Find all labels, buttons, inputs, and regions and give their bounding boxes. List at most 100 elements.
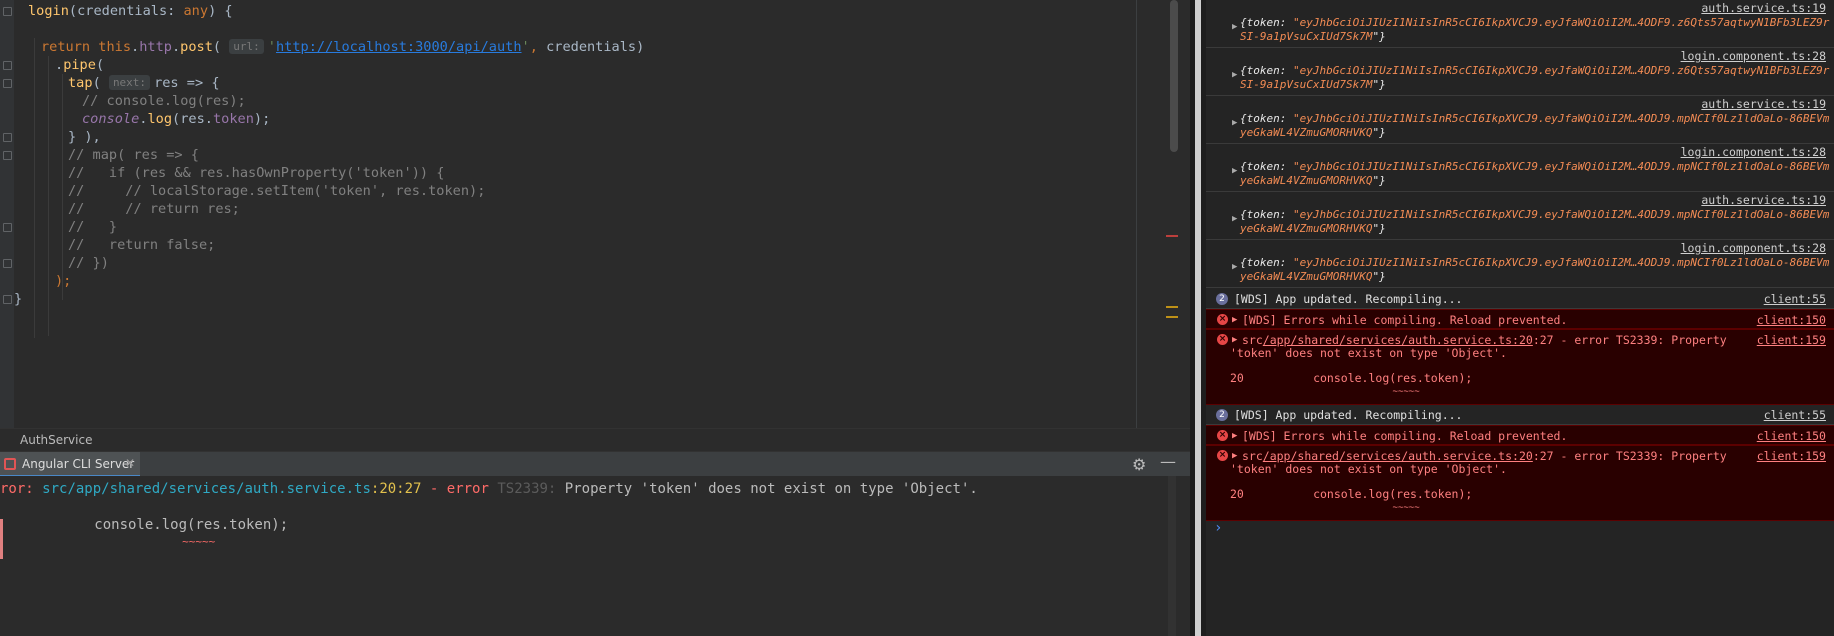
console-log-entry[interactable]: login.component.ts:28 ▶ {token: "eyJhbGciO…: [1206, 144, 1834, 192]
code-editor[interactable]: login(credentials: any) {return this.htt…: [0, 0, 1190, 428]
console-log-entry[interactable]: auth.service.ts:19 ▶ {token: "eyJhbGciOiJI…: [1206, 0, 1834, 48]
console-prompt-icon[interactable]: ›: [1214, 520, 1222, 536]
error-code-line: 20 console.log(res.token);: [1230, 371, 1473, 385]
error-icon: ×: [1217, 450, 1228, 461]
source-link[interactable]: auth.service.ts:19: [1701, 97, 1826, 111]
error-message[interactable]: × ▶ src/app/shared/services/auth.service.t…: [1206, 329, 1834, 405]
fold-marker-icon[interactable]: [3, 295, 12, 304]
error-text: [WDS] Errors while compiling. Reload pre…: [1242, 429, 1568, 443]
object-preview-continued: yeGkaWL4VZmuGMORHVKQ"}: [1240, 174, 1386, 187]
expand-triangle-icon[interactable]: ▶: [1232, 70, 1237, 80]
expand-triangle-icon[interactable]: ▶: [1232, 431, 1237, 441]
window-splitter[interactable]: [1190, 0, 1206, 636]
code-token: res => {: [154, 75, 220, 91]
error-file-link[interactable]: /app/shared/services/auth.service.ts:20: [1263, 333, 1533, 347]
console-log-entry[interactable]: auth.service.ts:19 ▶ {token: "eyJhbGciOiJI…: [1206, 192, 1834, 240]
error-message[interactable]: × ▶ src/app/shared/services/auth.service.t…: [1206, 445, 1834, 521]
fold-marker-icon[interactable]: [3, 133, 12, 142]
code-token: credentials): [546, 39, 645, 55]
object-preview-continued: yeGkaWL4VZmuGMORHVKQ"}: [1240, 126, 1386, 139]
expand-triangle-icon[interactable]: ▶: [1232, 166, 1237, 176]
console-log-entry[interactable]: login.component.ts:28 ▶ {token: "eyJhbGciO…: [1206, 48, 1834, 96]
code-token: pipe: [63, 57, 96, 73]
source-link[interactable]: auth.service.ts:19: [1701, 1, 1826, 15]
expand-triangle-icon[interactable]: ▶: [1232, 214, 1237, 224]
source-link[interactable]: login.component.ts:28: [1681, 241, 1826, 255]
indent-guide: [34, 38, 35, 338]
code-token: post: [180, 39, 213, 55]
error-file-link[interactable]: src/app/shared/services/auth.service.ts: [42, 481, 371, 497]
code-token: } ),: [68, 129, 101, 145]
error-file-link[interactable]: /app/shared/services/auth.service.ts:20: [1263, 449, 1533, 463]
fold-marker-icon[interactable]: [3, 7, 12, 16]
error-tilde-line: ~~~~~: [1230, 503, 1420, 513]
source-link[interactable]: client:159: [1757, 333, 1826, 347]
wds-info-message[interactable]: 2 [WDS] App updated. Recompiling... client…: [1206, 405, 1834, 425]
object-preview: {token: "eyJhbGciOiJIUzI1NiIsInR5cCI6Ikp…: [1240, 112, 1830, 125]
fold-marker-icon[interactable]: [3, 259, 12, 268]
parameter-hint: next:: [108, 75, 151, 90]
source-link[interactable]: login.component.ts:28: [1681, 49, 1826, 63]
source-link[interactable]: client:55: [1764, 408, 1826, 422]
error-stripe-marker[interactable]: [1166, 235, 1178, 237]
devtools-console[interactable]: auth.service.ts:19 ▶ {token: "eyJhbGciOiJI…: [1206, 0, 1834, 636]
token-value: "eyJhbGciOiJIUzI1NiIsInR5cCI6IkpXVCJ9.ey…: [1292, 64, 1830, 77]
code-token: (credentials:: [68, 3, 184, 19]
token-value: "eyJhbGciOiJIUzI1NiIsInR5cCI6IkpXVCJ9.ey…: [1292, 208, 1830, 221]
source-link[interactable]: client:150: [1757, 429, 1826, 443]
object-preview: {token: "eyJhbGciOiJIUzI1NiIsInR5cCI6Ikp…: [1240, 16, 1830, 29]
error-message[interactable]: × ▶ [WDS] Errors while compiling. Reload p…: [1206, 425, 1834, 445]
console-log-entry[interactable]: auth.service.ts:19 ▶ {token: "eyJhbGciOiJI…: [1206, 96, 1834, 144]
object-preview: {token: "eyJhbGciOiJIUzI1NiIsInR5cCI6Ikp…: [1240, 64, 1830, 77]
object-preview-continued: yeGkaWL4VZmuGMORHVKQ"}: [1240, 270, 1386, 283]
tab-angular-cli-server[interactable]: Angular CLI Server ✕: [0, 452, 140, 477]
expand-triangle-icon[interactable]: ▶: [1232, 262, 1237, 272]
repeat-count-badge: 2: [1216, 409, 1228, 421]
expand-triangle-icon[interactable]: ▶: [1232, 315, 1237, 325]
console-scrollbar[interactable]: [1168, 476, 1176, 636]
expand-triangle-icon[interactable]: ▶: [1232, 451, 1237, 461]
warning-stripe-marker[interactable]: [1166, 316, 1178, 318]
fold-marker-icon[interactable]: [3, 223, 12, 232]
parameter-hint: url:: [229, 39, 264, 54]
warning-stripe-marker[interactable]: [1166, 306, 1178, 308]
fold-marker-icon[interactable]: [3, 151, 12, 160]
code-token: // return false;: [68, 237, 216, 253]
console-code-line: console.log(res.token);: [10, 517, 289, 533]
fold-marker-icon[interactable]: [3, 79, 12, 88]
indent-guide: [62, 74, 63, 300]
object-preview: {token: "eyJhbGciOiJIUzI1NiIsInR5cCI6Ikp…: [1240, 160, 1830, 173]
error-icon: ×: [1217, 430, 1228, 441]
code-token: .: [55, 57, 64, 73]
expand-triangle-icon[interactable]: ▶: [1232, 335, 1237, 345]
breadcrumb-item[interactable]: AuthService: [20, 433, 92, 447]
wds-info-message[interactable]: 2 [WDS] App updated. Recompiling... client…: [1206, 289, 1834, 309]
source-link[interactable]: client:159: [1757, 449, 1826, 463]
source-link[interactable]: client:150: [1757, 313, 1826, 327]
close-icon[interactable]: ✕: [125, 456, 135, 470]
error-message[interactable]: × ▶ [WDS] Errors while compiling. Reload p…: [1206, 309, 1834, 329]
expand-triangle-icon[interactable]: ▶: [1232, 22, 1237, 32]
code-token: console: [82, 111, 140, 127]
error-marker: [0, 519, 3, 559]
error-text: [WDS] Errors while compiling. Reload pre…: [1242, 313, 1568, 327]
console-log-entry[interactable]: login.component.ts:28 ▶ {token: "eyJhbGciO…: [1206, 240, 1834, 288]
fold-marker-icon[interactable]: [3, 61, 12, 70]
code-token: ,: [529, 39, 547, 55]
editor-scrollbar[interactable]: [1170, 0, 1178, 152]
code-token: ) {: [208, 3, 233, 19]
code-token: ': [521, 39, 530, 55]
breadcrumb[interactable]: AuthService: [0, 428, 1190, 451]
code-token: }: [14, 291, 23, 307]
source-link[interactable]: client:55: [1764, 292, 1826, 306]
run-panel-header: Angular CLI Server ✕ ⚙ —: [0, 451, 1190, 477]
run-console-output[interactable]: ror: src/app/shared/services/auth.servic…: [0, 476, 1190, 636]
source-link[interactable]: login.component.ts:28: [1681, 145, 1826, 159]
code-token: // // return res;: [68, 201, 240, 217]
gear-icon[interactable]: ⚙: [1132, 455, 1146, 474]
token-value: "eyJhbGciOiJIUzI1NiIsInR5cCI6IkpXVCJ9.ey…: [1292, 16, 1830, 29]
code-token: login: [28, 3, 69, 19]
source-link[interactable]: auth.service.ts:19: [1701, 193, 1826, 207]
minimize-icon[interactable]: —: [1160, 452, 1176, 471]
expand-triangle-icon[interactable]: ▶: [1232, 118, 1237, 128]
